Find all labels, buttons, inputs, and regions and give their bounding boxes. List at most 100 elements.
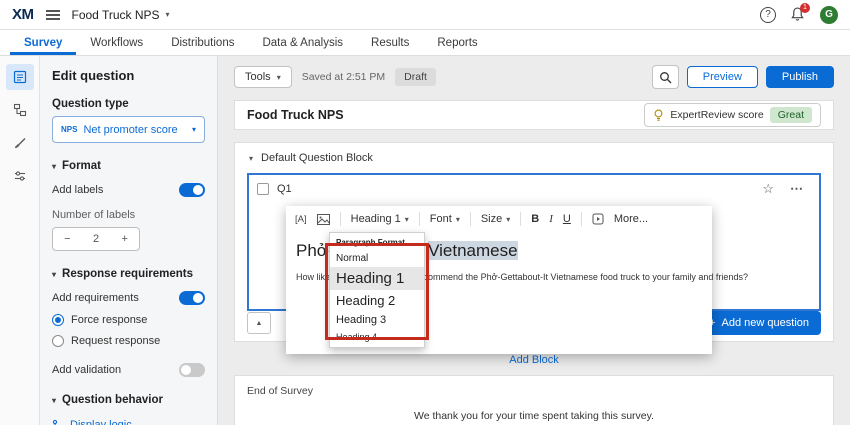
force-response-label: Force response [71,314,147,326]
source-view-icon[interactable]: [A] [295,214,307,225]
notifications-button[interactable]: 1 [790,7,806,23]
paragraph-format-menu: Paragraph Format Normal Heading 1 Headin… [329,232,425,348]
save-status: Saved at 2:51 PM [302,71,385,83]
tab-distributions[interactable]: Distributions [157,30,248,55]
rail-survey-options[interactable] [6,163,34,189]
survey-toolbar: Tools ▾ Saved at 2:51 PM Draft Preview P… [234,64,834,90]
builder-rail [0,56,40,425]
section-question-behavior[interactable]: ▾ Question behavior [52,394,205,406]
add-validation-label: Add validation [52,364,121,376]
size-dropdown[interactable]: Size ▾ [481,213,510,225]
rich-text-editor: [A] Heading 1 ▾ Font ▾ Size ▾ B I U [286,206,712,354]
block-title: Default Question Block [261,152,373,164]
insert-image-button[interactable] [317,214,330,225]
look-feel-icon [13,136,27,150]
stepper-plus-button[interactable]: + [110,228,139,250]
italic-button[interactable]: I [549,213,553,225]
notification-badge: 1 [800,3,810,13]
publish-button[interactable]: Publish [766,66,834,88]
edit-question-panel: Edit question Question type NPS Net prom… [40,56,218,425]
preview-button[interactable]: Preview [687,66,758,88]
more-options-icon[interactable]: ⋯ [790,181,803,197]
menu-option-heading-2[interactable]: Heading 2 [330,290,424,311]
tools-button[interactable]: Tools ▾ [234,66,292,88]
star-icon[interactable]: ☆ [762,181,774,197]
question-heading-selected-text: Vietnamese [428,241,517,260]
add-new-question-button[interactable]: + Add new question [697,311,821,335]
survey-flow-icon [13,103,27,117]
stepper-minus-button[interactable]: − [53,228,82,250]
stepper-value: 2 [82,228,111,250]
chevron-down-icon: ▾ [506,215,510,224]
builder-icon [13,70,27,84]
underline-button[interactable]: U [563,213,571,225]
question-type-value: Net promoter score [83,124,177,136]
rail-builder[interactable] [6,64,34,90]
collapse-up-icon: ▲ [256,320,263,327]
add-block-link[interactable]: Add Block [509,354,559,366]
radio-selected-icon [52,314,64,326]
project-switcher[interactable]: Food Truck NPS ▾ [72,8,170,22]
nps-badge: NPS [61,125,77,134]
menu-option-heading-4[interactable]: Heading 4 [330,329,424,345]
topbar-actions: ? 1 G [760,6,838,24]
bold-button[interactable]: B [531,213,539,225]
add-labels-toggle[interactable] [179,183,205,197]
section-format[interactable]: ▾ Format [52,160,205,172]
tab-survey[interactable]: Survey [10,30,76,55]
search-button[interactable] [652,65,679,89]
question-checkbox[interactable] [257,183,269,195]
paragraph-style-dropdown[interactable]: Heading 1 ▾ [351,213,409,225]
end-of-survey-title: End of Survey [247,385,821,397]
chevron-down-icon: ▾ [192,125,196,134]
embed-icon [592,213,604,225]
chevron-down-icon: ▾ [456,215,460,224]
block-header[interactable]: ▾ Default Question Block [235,143,833,173]
question-id: Q1 [277,183,292,195]
menu-option-heading-3[interactable]: Heading 3 [330,311,424,329]
more-formatting-button[interactable]: More... [614,213,648,225]
font-dropdown[interactable]: Font ▾ [430,213,460,225]
request-response-label: Request response [71,335,160,347]
force-response-option[interactable]: Force response [52,314,205,326]
display-logic-label: Display logic [70,419,132,425]
embed-media-button[interactable] [592,213,604,225]
triangle-down-icon: ▾ [52,396,56,405]
add-requirements-toggle[interactable] [179,291,205,305]
triangle-down-icon: ▾ [52,270,56,279]
triangle-down-icon: ▾ [249,154,253,163]
avatar[interactable]: G [820,6,838,24]
rail-look-feel[interactable] [6,130,34,156]
request-response-option[interactable]: Request response [52,335,205,347]
collapse-block-button[interactable]: ▲ [247,312,271,334]
tab-reports[interactable]: Reports [423,30,491,55]
lightbulb-icon [653,109,664,122]
hamburger-menu-icon[interactable] [46,10,60,20]
help-icon[interactable]: ? [760,7,776,23]
editor-toolbar: [A] Heading 1 ▾ Font ▾ Size ▾ B I U [286,206,712,232]
number-of-labels-label: Number of labels [52,209,205,221]
tab-results[interactable]: Results [357,30,423,55]
end-of-survey-block[interactable]: End of Survey We thank you for your time… [234,375,834,425]
display-logic-link[interactable]: Display logic [52,419,205,425]
tab-workflows[interactable]: Workflows [76,30,157,55]
chevron-down-icon: ▾ [405,215,409,224]
labels-count-stepper: − 2 + [52,227,140,251]
expert-review-button[interactable]: ExpertReview score Great [644,103,821,127]
section-response-requirements[interactable]: ▾ Response requirements [52,268,205,280]
chevron-down-icon: ▾ [166,10,170,19]
end-of-survey-message: We thank you for your time spent taking … [247,410,821,422]
tab-data-analysis[interactable]: Data & Analysis [248,30,357,55]
tools-label: Tools [245,71,271,83]
rail-survey-flow[interactable] [6,97,34,123]
triangle-down-icon: ▾ [52,162,56,171]
survey-title-bar: Food Truck NPS ExpertReview score Great [234,100,834,130]
survey-options-icon [13,169,27,183]
menu-option-normal[interactable]: Normal [330,250,424,267]
menu-option-heading-1[interactable]: Heading 1 [330,267,424,290]
app-window: XM Food Truck NPS ▾ ? 1 G Survey Workflo… [0,0,850,425]
font-label: Font [430,213,452,225]
section-format-title: Format [62,160,101,172]
question-type-select[interactable]: NPS Net promoter score ▾ [52,116,205,143]
add-validation-toggle[interactable] [179,363,205,377]
